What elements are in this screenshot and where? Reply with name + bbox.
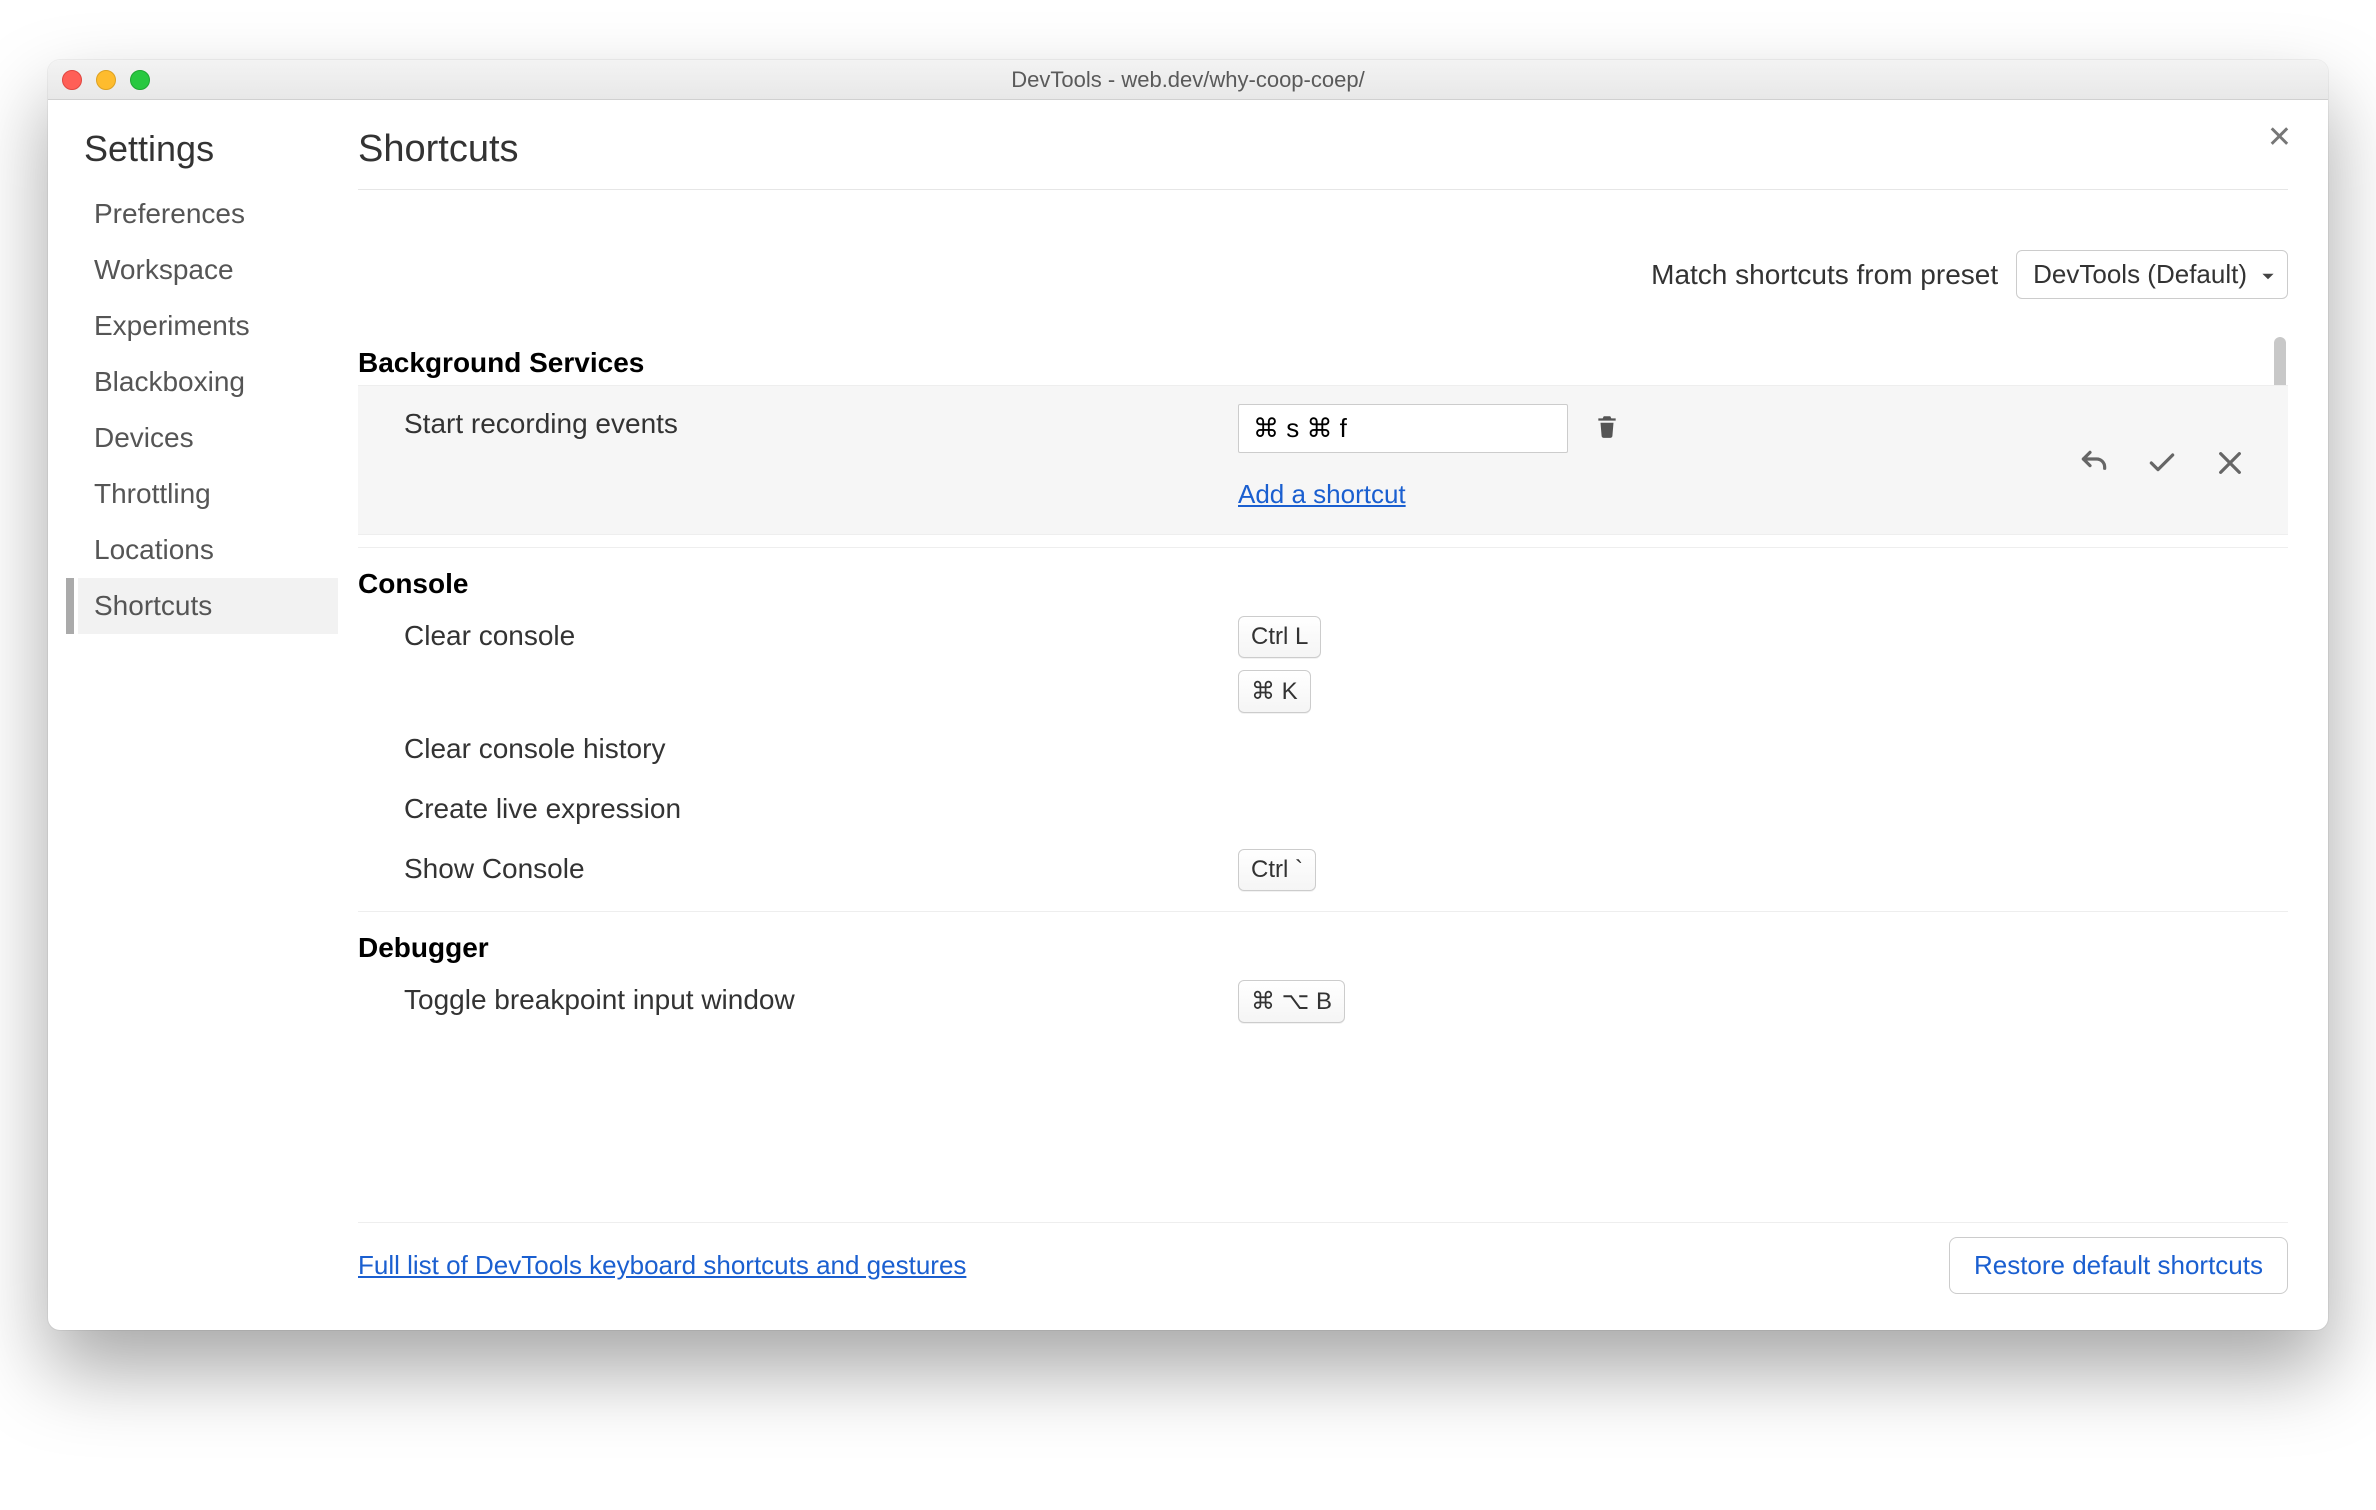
- shortcut-label: Clear console history: [358, 725, 1238, 773]
- sidebar-item-experiments[interactable]: Experiments: [78, 298, 338, 354]
- shortcut-key: Ctrl L: [1238, 616, 1321, 658]
- delete-shortcut-button[interactable]: [1594, 412, 1620, 445]
- section-title: Background Services: [358, 333, 2288, 385]
- section-title: Console: [358, 554, 2288, 606]
- full-list-link[interactable]: Full list of DevTools keyboard shortcuts…: [358, 1250, 966, 1281]
- shortcut-label: Start recording events: [358, 400, 1238, 448]
- sidebar-item-preferences[interactable]: Preferences: [78, 186, 338, 242]
- confirm-button[interactable]: [2146, 447, 2178, 484]
- section-debugger: Debugger Toggle breakpoint input window …: [358, 918, 2288, 1030]
- shortcut-label: Toggle breakpoint input window: [358, 976, 1238, 1024]
- shortcut-row[interactable]: Clear console Ctrl L ⌘ K: [358, 606, 2288, 719]
- sidebar-title: Settings: [78, 128, 338, 170]
- window-title: DevTools - web.dev/why-coop-coep/: [48, 67, 2328, 93]
- preset-label: Match shortcuts from preset: [1651, 259, 1998, 291]
- sidebar-item-locations[interactable]: Locations: [78, 522, 338, 578]
- shortcuts-scroll-area: Background Services Start recording even…: [358, 333, 2288, 1218]
- shortcut-label: Create live expression: [358, 785, 1238, 833]
- shortcut-capture-input[interactable]: [1238, 404, 1568, 453]
- shortcut-row-editing: Start recording events: [358, 385, 2288, 535]
- chevron-down-icon: [2261, 259, 2275, 290]
- edit-actions: [2078, 447, 2246, 484]
- sidebar-item-throttling[interactable]: Throttling: [78, 466, 338, 522]
- preset-select-value: DevTools (Default): [2033, 259, 2247, 290]
- close-settings-button[interactable]: ✕: [2267, 120, 2292, 155]
- shortcut-key: ⌘ K: [1238, 670, 1311, 713]
- sidebar-item-blackboxing[interactable]: Blackboxing: [78, 354, 338, 410]
- section-title: Debugger: [358, 918, 2288, 970]
- revert-button[interactable]: [2078, 447, 2110, 484]
- section-console: Console Clear console Ctrl L ⌘ K Clear c…: [358, 554, 2288, 912]
- shortcut-row[interactable]: Clear console history: [358, 719, 2288, 779]
- section-background-services: Background Services Start recording even…: [358, 333, 2288, 548]
- shortcut-row[interactable]: Show Console Ctrl `: [358, 839, 2288, 899]
- shortcut-key: ⌘ ⌥ B: [1238, 980, 1345, 1023]
- preset-select[interactable]: DevTools (Default): [2016, 250, 2288, 299]
- cancel-button[interactable]: [2214, 447, 2246, 484]
- shortcut-row[interactable]: Create live expression: [358, 779, 2288, 839]
- sidebar-item-workspace[interactable]: Workspace: [78, 242, 338, 298]
- sidebar-item-devices[interactable]: Devices: [78, 410, 338, 466]
- restore-defaults-button[interactable]: Restore default shortcuts: [1949, 1237, 2288, 1294]
- settings-sidebar: Settings Preferences Workspace Experimen…: [48, 100, 338, 1330]
- shortcuts-footer: Full list of DevTools keyboard shortcuts…: [358, 1222, 2288, 1320]
- devtools-window: DevTools - web.dev/why-coop-coep/ ✕ Sett…: [48, 60, 2328, 1330]
- settings-main: Shortcuts Match shortcuts from preset De…: [338, 100, 2328, 1330]
- sidebar-item-shortcuts[interactable]: Shortcuts: [78, 578, 338, 634]
- shortcut-label: Clear console: [358, 612, 1238, 660]
- shortcut-key: Ctrl `: [1238, 849, 1316, 891]
- window-titlebar: DevTools - web.dev/why-coop-coep/: [48, 60, 2328, 100]
- shortcut-label: Show Console: [358, 845, 1238, 893]
- page-title: Shortcuts: [358, 128, 2288, 190]
- shortcut-row[interactable]: Toggle breakpoint input window ⌘ ⌥ B: [358, 970, 2288, 1030]
